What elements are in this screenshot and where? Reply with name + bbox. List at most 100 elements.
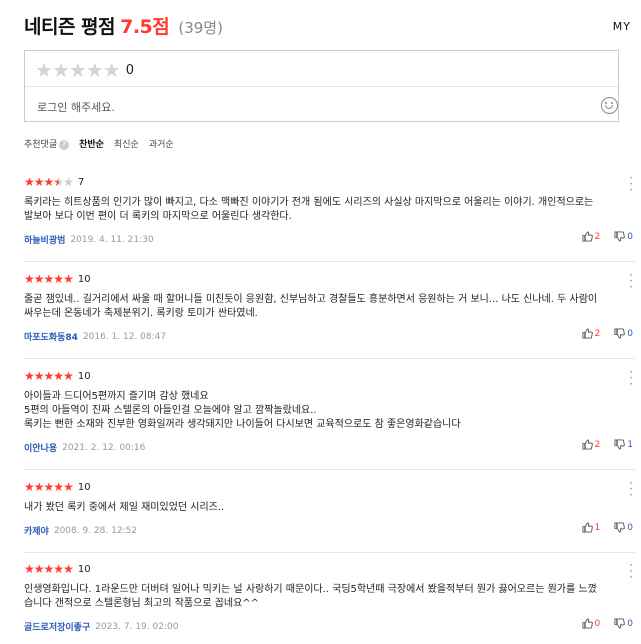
dislike-button[interactable]: 0	[614, 328, 633, 339]
like-count: 2	[594, 439, 601, 450]
like-button[interactable]: 1	[581, 522, 601, 533]
my-rating-value: 0	[125, 62, 134, 78]
vote-controls: 1 0	[581, 522, 633, 533]
like-count: 0	[594, 618, 601, 629]
dislike-count: 0	[627, 618, 633, 629]
review-stars: ★ ★ ★ ★ ★ 7	[24, 175, 635, 189]
rating-input-box: ★ ★ ★ ★ ★ 0 로그인 해주세요.	[24, 50, 619, 122]
more-options-icon[interactable]: · · ·	[627, 172, 635, 196]
star-icon: ★	[63, 480, 74, 494]
review-meta: 골드로저장이좋구 2023. 7. 19. 02:00	[24, 620, 178, 634]
emoji-icon[interactable]	[601, 97, 618, 114]
review-item: ★ ★ ★ ★ ★ 10 · · · 인생영화입니다. 1라운드만 더버텨 일어나 …	[24, 559, 635, 642]
review-text: 아이들과 드디어5편까지 즐기며 감상 했네요 5편의 아들역이 진짜 스텔론의…	[24, 391, 461, 430]
more-options-icon[interactable]: · · ·	[627, 559, 635, 583]
review-author[interactable]: 하늘비광범	[24, 233, 65, 246]
thumbs-up-icon	[581, 328, 593, 339]
review-score: 10	[77, 273, 91, 285]
like-button[interactable]: 2	[581, 439, 601, 450]
average-score: 7.5점	[120, 16, 170, 38]
review-author[interactable]: 이안나용	[24, 441, 57, 454]
like-button[interactable]: 0	[581, 618, 601, 629]
review-date: 2008. 9. 28. 12:52	[53, 525, 138, 536]
dislike-button[interactable]: 0	[614, 231, 633, 242]
divider	[24, 552, 635, 553]
review-stars: ★ ★ ★ ★ ★ 10	[24, 369, 635, 383]
review-date: 2019. 4. 11. 21:30	[70, 234, 154, 245]
rating-header: 네티즌 평점 7.5점 (39명) MY	[24, 12, 641, 42]
divider	[24, 358, 635, 359]
star-icon: ★	[63, 272, 74, 286]
star-icon: ★	[63, 369, 74, 383]
vote-controls: 2 0	[581, 231, 633, 242]
like-count: 2	[594, 328, 601, 339]
more-options-icon[interactable]: · · ·	[627, 477, 635, 501]
review-score: 10	[77, 481, 91, 493]
dislike-count: 0	[627, 328, 633, 339]
thumbs-down-icon	[614, 439, 626, 450]
review-item: ★ ★ ★ ★ ★ 10 · · · 내가 봤던 록키 중에서 제일 재미있었던 시…	[24, 477, 635, 556]
review-meta: 마포도화동84 2016. 1. 12. 08:47	[24, 330, 167, 344]
more-options-icon[interactable]: · · ·	[627, 269, 635, 293]
dislike-count: 1	[627, 439, 633, 450]
my-button[interactable]: MY	[613, 20, 631, 33]
like-button[interactable]: 2	[581, 231, 601, 242]
thumbs-down-icon	[614, 231, 626, 242]
review-author[interactable]: 골드로저장이좋구	[24, 620, 90, 633]
thumbs-down-icon	[614, 328, 626, 339]
thumbs-up-icon	[581, 439, 593, 450]
review-item: ★ ★ ★ ★ ★ 10 · · · 줄곧 잼있네.. 길거리에서 싸울 때 할머니…	[24, 269, 635, 362]
divider	[24, 469, 635, 470]
sort-bar: 추천댓글? 찬반순 최신순 과거순	[24, 137, 174, 150]
dislike-button[interactable]: 0	[614, 522, 633, 533]
review-date: 2016. 1. 12. 08:47	[82, 331, 167, 342]
review-date: 2021. 2. 12. 00:16	[62, 442, 146, 453]
rating-title: 네티즌 평점	[24, 16, 116, 38]
sort-option-latest[interactable]: 최신순	[114, 137, 139, 150]
star-icon[interactable]: ★	[35, 60, 53, 80]
vote-controls: 0 0	[581, 618, 633, 629]
star-icon[interactable]: ★	[52, 60, 70, 80]
star-icon: ★	[63, 562, 74, 576]
dislike-count: 0	[627, 522, 633, 533]
review-text: 내가 봤던 록키 중에서 제일 재미있었던 시리즈..	[24, 502, 225, 513]
star-icon[interactable]: ★	[103, 60, 121, 80]
star-icon[interactable]: ★	[69, 60, 87, 80]
review-stars: ★ ★ ★ ★ ★ 10	[24, 480, 635, 494]
vote-controls: 2 1	[581, 439, 633, 450]
review-score: 7	[77, 176, 85, 188]
review-item: ★ ★ ★ ★ ★ 10 · · · 아이들과 드디어5편까지 즐기며 감상 했네요…	[24, 366, 635, 473]
review-score: 10	[77, 370, 91, 382]
sort-option-oldest[interactable]: 과거순	[149, 137, 174, 150]
review-author[interactable]: 카제야	[24, 524, 49, 537]
thumbs-up-icon	[581, 231, 593, 242]
star-rating-input[interactable]: ★ ★ ★ ★ ★ 0	[35, 60, 134, 80]
review-meta: 카제야 2008. 9. 28. 12:52	[24, 524, 138, 538]
rating-count: (39명)	[178, 19, 223, 37]
review-text: 록키라는 히트상품의 인기가 많이 빠지고, 다소 맥빠진 이야기가 전개 됨에…	[24, 197, 594, 222]
review-item: ★ ★ ★ ★ ★ 7 · · · 록키라는 히트상품의 인기가 많이 빠지고, 다…	[24, 172, 635, 265]
divider	[24, 261, 635, 262]
review-text: 줄곧 잼있네.. 길거리에서 싸울 때 할머니들 미친듯이 응원함, 신부님하고…	[24, 294, 598, 319]
review-meta: 하늘비광범 2019. 4. 11. 21:30	[24, 233, 154, 247]
like-count: 1	[594, 522, 601, 533]
more-options-icon[interactable]: · · ·	[627, 366, 635, 390]
vote-controls: 2 0	[581, 328, 633, 339]
star-icon[interactable]: ★	[86, 60, 104, 80]
review-author[interactable]: 마포도화동84	[24, 330, 78, 343]
thumbs-up-icon	[581, 618, 593, 629]
star-icon: ★	[63, 175, 74, 189]
comment-input[interactable]: 로그인 해주세요.	[37, 99, 115, 115]
dislike-button[interactable]: 0	[614, 618, 633, 629]
review-stars: ★ ★ ★ ★ ★ 10	[24, 272, 635, 286]
dislike-button[interactable]: 1	[614, 439, 633, 450]
thumbs-down-icon	[614, 522, 626, 533]
sort-option-votes[interactable]: 찬반순	[79, 137, 104, 150]
help-icon[interactable]: ?	[59, 140, 70, 150]
review-stars: ★ ★ ★ ★ ★ 10	[24, 562, 635, 576]
like-button[interactable]: 2	[581, 328, 601, 339]
review-score: 10	[77, 563, 91, 575]
divider	[25, 86, 618, 87]
like-count: 2	[594, 231, 601, 242]
review-meta: 이안나용 2021. 2. 12. 00:16	[24, 441, 146, 455]
